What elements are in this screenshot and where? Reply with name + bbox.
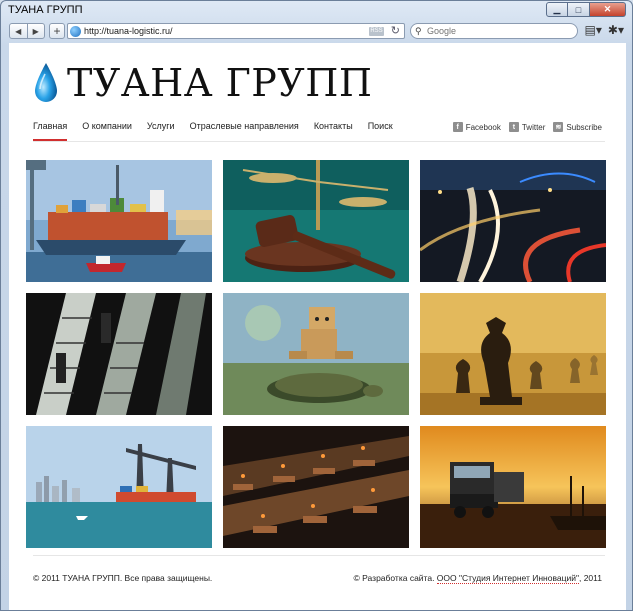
twitter-icon: t [508, 122, 519, 132]
brand-name: ТУАНА ГРУПП [67, 61, 373, 105]
close-button[interactable]: ✕ [590, 2, 626, 17]
rss-icon[interactable]: RSS [369, 27, 384, 36]
gallery-photo-container-terminal[interactable] [223, 426, 409, 548]
nav-item-industries[interactable]: Отраслевые направления [190, 121, 299, 141]
twitter-link[interactable]: t Twitter [508, 122, 546, 132]
main-nav: Главная О компании Услуги Отраслевые нап… [33, 121, 408, 141]
developer-link[interactable]: ООО "Студия Интернет Инноваций" [436, 573, 579, 584]
add-bookmark-button[interactable]: + [49, 23, 65, 39]
footer-copyright: © 2011 ТУАНА ГРУПП. Все права защищены. [33, 573, 213, 583]
nav-divider [33, 141, 605, 142]
back-button[interactable]: ◀ [10, 24, 27, 38]
globe-icon [70, 26, 81, 37]
gallery-photo-robot-turtle[interactable] [223, 293, 409, 415]
nav-item-home[interactable]: Главная [33, 121, 68, 141]
water-drop-icon [35, 63, 57, 102]
subscribe-label: Subscribe [566, 122, 602, 132]
browser-toolbar: ◀ ▶ + http://tuana-logistic.ru/ RSS ↻ ⚲ … [1, 21, 632, 43]
page-menu-icon[interactable]: ▤▾ [585, 23, 602, 37]
gallery-photo-port-cranes[interactable] [26, 426, 212, 548]
window-title: ТУАНА ГРУПП [8, 4, 83, 16]
reload-icon[interactable]: ↻ [391, 24, 400, 37]
forward-button[interactable]: ▶ [26, 24, 45, 38]
gallery-photo-gavel[interactable] [223, 160, 409, 282]
settings-gear-icon[interactable]: ✱▾ [608, 23, 624, 37]
gallery-photo-highway[interactable] [420, 160, 606, 282]
site-logo[interactable]: ТУАНА ГРУПП [33, 59, 373, 107]
page-viewport: ТУАНА ГРУПП Главная О компании Услуги От… [9, 43, 626, 610]
facebook-link[interactable]: f Facebook [452, 122, 501, 132]
toolbar-right: ▤▾ ✱▾ [585, 23, 624, 37]
facebook-label: Facebook [465, 122, 501, 132]
nav-item-services[interactable]: Услуги [147, 121, 175, 141]
nav-item-search[interactable]: Поиск [368, 121, 393, 141]
browser-window: ТУАНА ГРУПП ▁ □ ✕ ◀ ▶ + http://tuana-log… [0, 0, 633, 611]
search-input[interactable] [427, 25, 573, 37]
gallery-photo-truck-dock[interactable] [420, 426, 606, 548]
maximize-button[interactable]: □ [568, 2, 590, 17]
search-box[interactable]: ⚲ [410, 23, 578, 39]
photo-gallery [26, 160, 606, 548]
window-controls: ▁ □ ✕ [546, 2, 626, 17]
gallery-photo-container-ship[interactable] [26, 160, 212, 282]
search-icon[interactable]: ⚲ [415, 26, 422, 37]
footer-credit: © Разработка сайта. ООО "Студия Интернет… [353, 573, 602, 584]
facebook-icon: f [452, 122, 463, 132]
credit-prefix: © Разработка сайта. [353, 573, 437, 583]
title-bar: ТУАНА ГРУПП ▁ □ ✕ [1, 1, 632, 19]
nav-item-about[interactable]: О компании [82, 121, 132, 141]
gallery-photo-chess[interactable] [420, 293, 606, 415]
rss-feed-icon: ≋ [553, 122, 564, 132]
footer-divider [33, 555, 605, 556]
minimize-button[interactable]: ▁ [546, 2, 568, 17]
address-url[interactable]: http://tuana-logistic.ru/ [84, 26, 173, 36]
credit-suffix: , 2011 [578, 573, 602, 583]
gallery-photo-escalators[interactable] [26, 293, 212, 415]
nav-item-contacts[interactable]: Контакты [314, 121, 353, 141]
social-links: f Facebook t Twitter ≋ Subscribe [452, 122, 602, 132]
nav-buttons: ◀ ▶ [9, 23, 45, 39]
address-bar[interactable]: http://tuana-logistic.ru/ RSS ↻ [67, 23, 405, 39]
twitter-label: Twitter [521, 122, 546, 132]
subscribe-link[interactable]: ≋ Subscribe [553, 122, 602, 132]
